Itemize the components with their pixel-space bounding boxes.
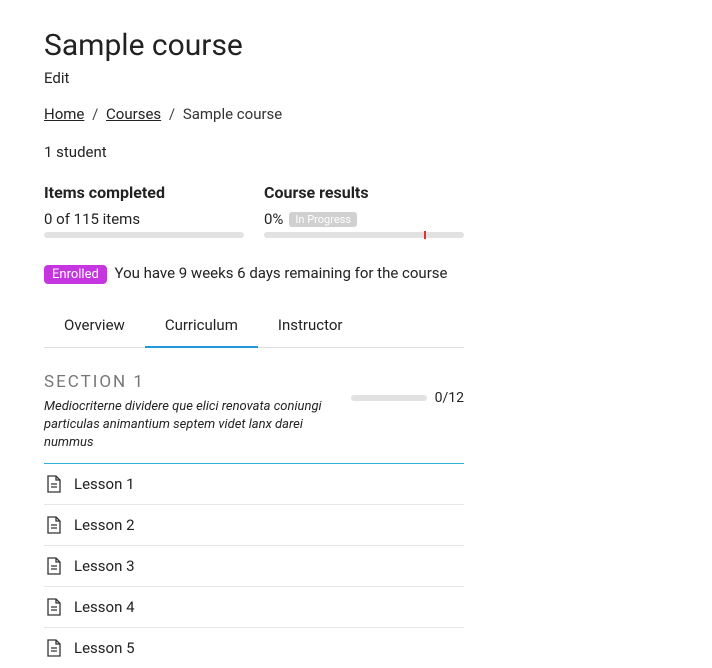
course-results-percent: 0% (264, 210, 283, 228)
file-icon (46, 475, 62, 493)
breadcrumb-courses[interactable]: Courses (106, 105, 161, 123)
course-results-col: Course results 0% In Progress (264, 183, 464, 238)
lesson-label: Lesson 4 (74, 598, 135, 616)
items-completed-bar (44, 232, 244, 238)
items-completed-col: Items completed 0 of 115 items (44, 183, 244, 238)
student-count: 1 student (44, 143, 668, 161)
enroll-row: Enrolled You have 9 weeks 6 days remaini… (44, 264, 668, 284)
section-title: SECTION 1 (44, 372, 335, 392)
section: SECTION 1 Mediocriterne dividere que eli… (44, 372, 464, 668)
lesson-label: Lesson 1 (74, 475, 135, 493)
section-header: SECTION 1 Mediocriterne dividere que eli… (44, 372, 464, 464)
bar-marker (424, 231, 426, 239)
breadcrumb: Home / Courses / Sample course (44, 105, 668, 123)
tab-instructor[interactable]: Instructor (258, 306, 363, 348)
breadcrumb-current: Sample course (183, 105, 282, 123)
lesson-row[interactable]: Lesson 2 (44, 505, 464, 546)
course-results-bar (264, 232, 464, 238)
breadcrumb-home[interactable]: Home (44, 105, 84, 123)
course-results-title: Course results (264, 183, 464, 202)
file-icon (46, 557, 62, 575)
lesson-label: Lesson 2 (74, 516, 135, 534)
breadcrumb-sep: / (92, 105, 98, 123)
lesson-label: Lesson 3 (74, 557, 135, 575)
enrolled-badge: Enrolled (44, 265, 107, 284)
tab-overview[interactable]: Overview (44, 306, 145, 348)
status-badge: In Progress (289, 212, 357, 227)
breadcrumb-sep: / (169, 105, 175, 123)
page-title: Sample course (44, 28, 668, 63)
section-progress-bar (351, 395, 427, 401)
file-icon (46, 516, 62, 534)
tab-curriculum[interactable]: Curriculum (145, 306, 258, 348)
lesson-row[interactable]: Lesson 1 (44, 464, 464, 505)
items-completed-title: Items completed (44, 183, 244, 202)
stats-row: Items completed 0 of 115 items Course re… (44, 183, 668, 238)
items-completed-value: 0 of 115 items (44, 210, 140, 228)
tabs: Overview Curriculum Instructor (44, 306, 464, 348)
enroll-remaining-text: You have 9 weeks 6 days remaining for th… (115, 264, 448, 282)
file-icon (46, 639, 62, 657)
section-description: Mediocriterne dividere que elici renovat… (44, 398, 335, 453)
section-progress-count: 0/12 (435, 390, 464, 406)
lesson-row[interactable]: Lesson 3 (44, 546, 464, 587)
lesson-label: Lesson 5 (74, 639, 135, 657)
lesson-row[interactable]: Lesson 4 (44, 587, 464, 628)
lesson-row[interactable]: Lesson 5 (44, 628, 464, 668)
edit-link[interactable]: Edit (44, 69, 69, 87)
file-icon (46, 598, 62, 616)
